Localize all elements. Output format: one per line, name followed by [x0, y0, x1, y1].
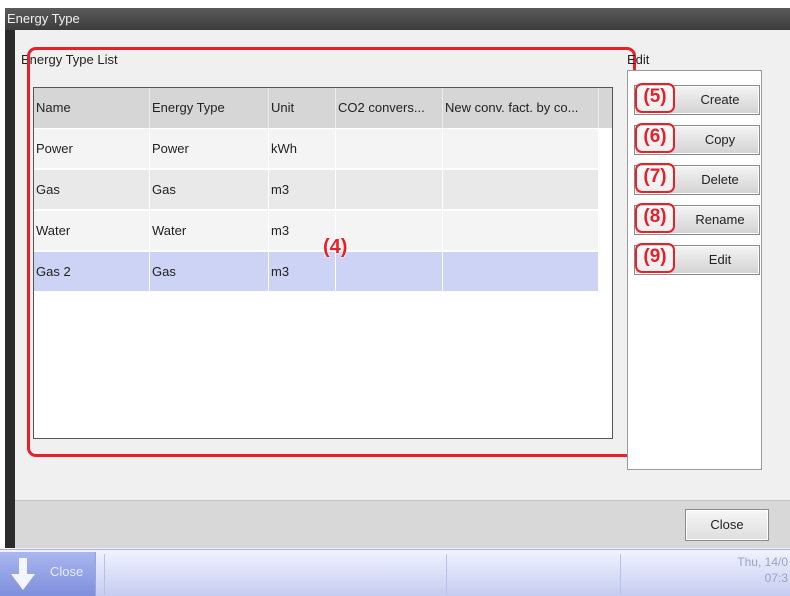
column-header-name[interactable]: Name — [34, 88, 150, 128]
cell-energy-type: Gas — [150, 170, 269, 209]
table-row[interactable]: Power Power kWh — [34, 128, 599, 168]
cell-energy-type: Water — [150, 211, 269, 250]
edit-button-label: Edit — [708, 252, 732, 267]
energy-type-table[interactable]: Name Energy Type Unit CO2 convers... New… — [33, 87, 613, 439]
column-header-unit[interactable]: Unit — [269, 88, 336, 128]
top-strip — [0, 0, 790, 8]
taskbar-close-label: Close — [50, 564, 84, 579]
taskbar-divider — [620, 554, 621, 594]
column-header-co2-conversion[interactable]: CO2 convers... — [336, 88, 443, 128]
taskbar-divider — [446, 554, 447, 594]
delete-button[interactable]: (7) Delete — [634, 163, 760, 195]
create-button-label: Create — [700, 92, 740, 107]
copy-button[interactable]: (6) Copy — [634, 123, 760, 155]
cell-new-conv-factor — [443, 252, 599, 291]
taskbar: Close Thu, 14/0 07:3 — [0, 549, 790, 596]
cell-unit: m3 — [269, 170, 336, 209]
edit-button[interactable]: (9) Edit — [634, 243, 760, 275]
taskbar-time: 07:3 — [764, 571, 788, 585]
cell-co2-conversion — [336, 129, 443, 168]
taskbar-divider — [104, 554, 105, 594]
taskbar-clock: Thu, 14/0 07:3 — [737, 554, 788, 586]
copy-button-label: Copy — [704, 132, 736, 147]
rename-button-label: Rename — [695, 212, 745, 227]
cell-energy-type: Power — [150, 129, 269, 168]
cell-name: Water — [34, 211, 150, 250]
cell-name: Gas — [34, 170, 150, 209]
energy-type-list-group: Energy Type List Name Energy Type Unit C… — [15, 30, 636, 458]
window-content: Energy Type List Name Energy Type Unit C… — [15, 30, 790, 550]
callout-badge-rename: (8) — [635, 203, 675, 233]
table-header: Name Energy Type Unit CO2 convers... New… — [34, 88, 612, 128]
cell-co2-conversion — [336, 252, 443, 291]
arrow-down-icon — [11, 558, 35, 590]
cell-co2-conversion — [336, 170, 443, 209]
close-button[interactable]: Close — [685, 509, 769, 541]
rename-button[interactable]: (8) Rename — [634, 203, 760, 235]
edit-panel: (5) Create (6) Copy (7) Delete (8) Renam… — [627, 70, 762, 470]
table-row[interactable]: Gas Gas m3 — [34, 169, 599, 209]
energy-type-window: Energy Type Energy Type List Name Energy… — [5, 8, 790, 550]
dialog-footer: Close — [15, 500, 790, 548]
callout-badge-edit: (9) — [635, 243, 675, 273]
delete-button-label: Delete — [701, 172, 739, 187]
callout-badge-create: (5) — [635, 83, 675, 113]
cell-name: Power — [34, 129, 150, 168]
cell-new-conv-factor — [443, 211, 599, 250]
table-row[interactable]: Water Water m3 — [34, 210, 599, 250]
column-header-energy-type[interactable]: Energy Type — [150, 88, 269, 128]
table-row-selected[interactable]: Gas 2 Gas m3 — [34, 251, 599, 291]
callout-label-list: (4) — [323, 236, 348, 258]
window-title: Energy Type — [5, 8, 790, 30]
list-title: Energy Type List — [21, 52, 118, 67]
callout-badge-delete: (7) — [635, 163, 675, 193]
create-button[interactable]: (5) Create — [634, 83, 760, 115]
taskbar-date: Thu, 14/0 — [737, 555, 788, 569]
cell-energy-type: Gas — [150, 252, 269, 291]
cell-name: Gas 2 — [34, 252, 150, 291]
edit-group-label: Edit — [627, 52, 650, 67]
cell-co2-conversion — [336, 211, 443, 250]
cell-new-conv-factor — [443, 170, 599, 209]
cell-new-conv-factor — [443, 129, 599, 168]
cell-unit: kWh — [269, 129, 336, 168]
taskbar-close-button[interactable]: Close — [0, 552, 96, 596]
callout-badge-copy: (6) — [635, 123, 675, 153]
column-header-new-conv-factor[interactable]: New conv. fact. by co... — [443, 88, 599, 128]
